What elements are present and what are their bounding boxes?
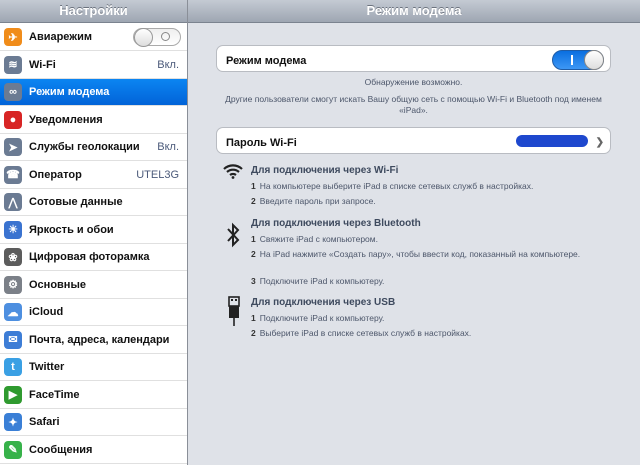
twitter-icon: t bbox=[4, 358, 22, 376]
usb-step: 1 Подключите iPad к компьютеру. bbox=[251, 313, 385, 323]
sidebar-item-personal-hotspot[interactable]: ∞ Режим модема bbox=[0, 79, 187, 106]
sidebar-item-airplane[interactable]: ✈ Авиарежим bbox=[0, 24, 187, 51]
sidebar-item-label: Wi-Fi bbox=[29, 58, 56, 71]
safari-icon: ✦ bbox=[4, 413, 22, 431]
sidebar-item-label: Safari bbox=[29, 416, 60, 428]
hotspot-info-text: Другие пользователи смогут искать Вашу о… bbox=[225, 94, 602, 115]
sidebar-item-label: Сообщения bbox=[29, 443, 93, 456]
airplane-mode-switch[interactable] bbox=[133, 28, 181, 47]
sidebar-item-label: Службы геолокации bbox=[29, 141, 140, 153]
wifi-step: 2 Введите пароль при запросе. bbox=[251, 196, 376, 206]
facetime-icon: ▶ bbox=[4, 385, 22, 404]
wifi-icon bbox=[223, 164, 243, 179]
sidebar-item-general-gear[interactable]: ⚙ Основные bbox=[0, 272, 187, 299]
cellular-icon: ⋀ bbox=[4, 193, 22, 211]
icloud-icon: ☁ bbox=[4, 303, 22, 321]
settings-sidebar: Настройки ✈ Авиарежим ≋ Wi-Fi Вкл. ∞ Режим мод… bbox=[0, 0, 188, 465]
messages-icon: ✎ bbox=[4, 440, 22, 459]
sidebar-item-facetime[interactable]: ▶ FaceTime bbox=[0, 382, 187, 409]
discoverable-text: Обнаружение возможно. bbox=[364, 77, 463, 87]
sidebar-item-label: Яркость и обои bbox=[29, 223, 114, 236]
sidebar-item-value: Вкл. bbox=[157, 141, 179, 153]
bluetooth-section-title: Для подключения через Bluetooth bbox=[251, 218, 421, 229]
sidebar-item-label: Уведомления bbox=[29, 113, 103, 126]
wifi-icon: ≋ bbox=[4, 55, 22, 74]
personal-hotspot-icon: ∞ bbox=[4, 83, 22, 101]
sidebar-item-mail[interactable]: ✉ Почта, адреса, календари bbox=[0, 327, 187, 354]
sidebar-item-label: Основные bbox=[29, 278, 86, 291]
sidebar-item-label: Twitter bbox=[29, 361, 65, 373]
sidebar-item-brightness[interactable]: ☀ Яркость и обои bbox=[0, 217, 187, 244]
sidebar-title: Настройки bbox=[0, 0, 187, 23]
hotspot-toggle-label: Режим модема bbox=[226, 55, 307, 67]
panel-title: Режим модема bbox=[188, 0, 640, 23]
airplane-icon: ✈ bbox=[4, 28, 22, 46]
sidebar-item-label: Режим модема bbox=[29, 86, 110, 98]
wifi-password-label: Пароль Wi-Fi bbox=[226, 137, 297, 149]
sidebar-item-label: Оператор bbox=[29, 168, 82, 181]
location-icon: ➤ bbox=[4, 138, 22, 156]
chevron-right-icon: ❯ bbox=[595, 137, 604, 148]
brightness-icon: ☀ bbox=[4, 220, 22, 239]
sidebar-item-cellular[interactable]: ⋀ Сотовые данные bbox=[0, 189, 187, 216]
sidebar-item-value: Вкл. bbox=[157, 58, 179, 71]
hotspot-switch[interactable] bbox=[552, 50, 604, 70]
notifications-icon: ● bbox=[4, 110, 22, 129]
sidebar-item-photo-frame[interactable]: ❀ Цифровая фоторамка bbox=[0, 244, 187, 271]
mail-icon: ✉ bbox=[4, 330, 22, 349]
sidebar-item-label: Авиарежим bbox=[29, 31, 92, 43]
phone-icon: ☎ bbox=[4, 165, 22, 184]
bluetooth-step: 1 Свяжите iPad с компьютером. bbox=[251, 234, 378, 244]
bluetooth-icon bbox=[227, 222, 240, 248]
usb-icon bbox=[228, 296, 240, 326]
wifi-step: 1 На компьютере выберите iPad в списке се… bbox=[251, 181, 534, 191]
bluetooth-step: 2 На iPad нажмите «Создать пару», чтобы в… bbox=[251, 249, 581, 259]
sidebar-item-label: Почта, адреса, календари bbox=[29, 333, 170, 346]
usb-section-title: Для подключения через USB bbox=[251, 297, 396, 308]
sidebar-item-safari[interactable]: ✦ Safari bbox=[0, 409, 187, 436]
general-gear-icon: ⚙ bbox=[4, 275, 22, 294]
usb-step: 2 Выберите iPad в списке сетевых служб в … bbox=[251, 328, 472, 338]
hotspot-panel: Режим модема Режим модема Обнаружение во… bbox=[188, 0, 640, 465]
hotspot-toggle-row[interactable]: Режим модема bbox=[216, 45, 611, 72]
wifi-section-title: Для подключения через Wi-Fi bbox=[251, 165, 399, 176]
sidebar-item-label: Сотовые данные bbox=[29, 196, 123, 208]
sidebar-item-twitter[interactable]: t Twitter bbox=[0, 354, 187, 381]
sidebar-item-messages[interactable]: ✎ Сообщения bbox=[0, 437, 187, 464]
sidebar-item-wifi[interactable]: ≋ Wi-Fi Вкл. bbox=[0, 52, 187, 79]
bluetooth-step: 3 Подключите iPad к компьютеру. bbox=[251, 276, 385, 286]
sidebar-item-label: iCloud bbox=[29, 306, 64, 318]
sidebar-item-icloud[interactable]: ☁ iCloud bbox=[0, 299, 187, 326]
redacted-password bbox=[516, 135, 588, 147]
sidebar-item-notifications[interactable]: ● Уведомления bbox=[0, 107, 187, 134]
sidebar-item-location[interactable]: ➤ Службы геолокации Вкл. bbox=[0, 134, 187, 161]
sidebar-item-phone[interactable]: ☎ Оператор UTEL3G bbox=[0, 162, 187, 189]
photo-frame-icon: ❀ bbox=[4, 248, 22, 266]
wifi-password-row[interactable]: Пароль Wi-Fi ❯ bbox=[216, 127, 611, 154]
sidebar-item-label: FaceTime bbox=[29, 388, 80, 401]
sidebar-item-label: Цифровая фоторамка bbox=[29, 251, 150, 263]
sidebar-item-value: UTEL3G bbox=[136, 168, 179, 181]
